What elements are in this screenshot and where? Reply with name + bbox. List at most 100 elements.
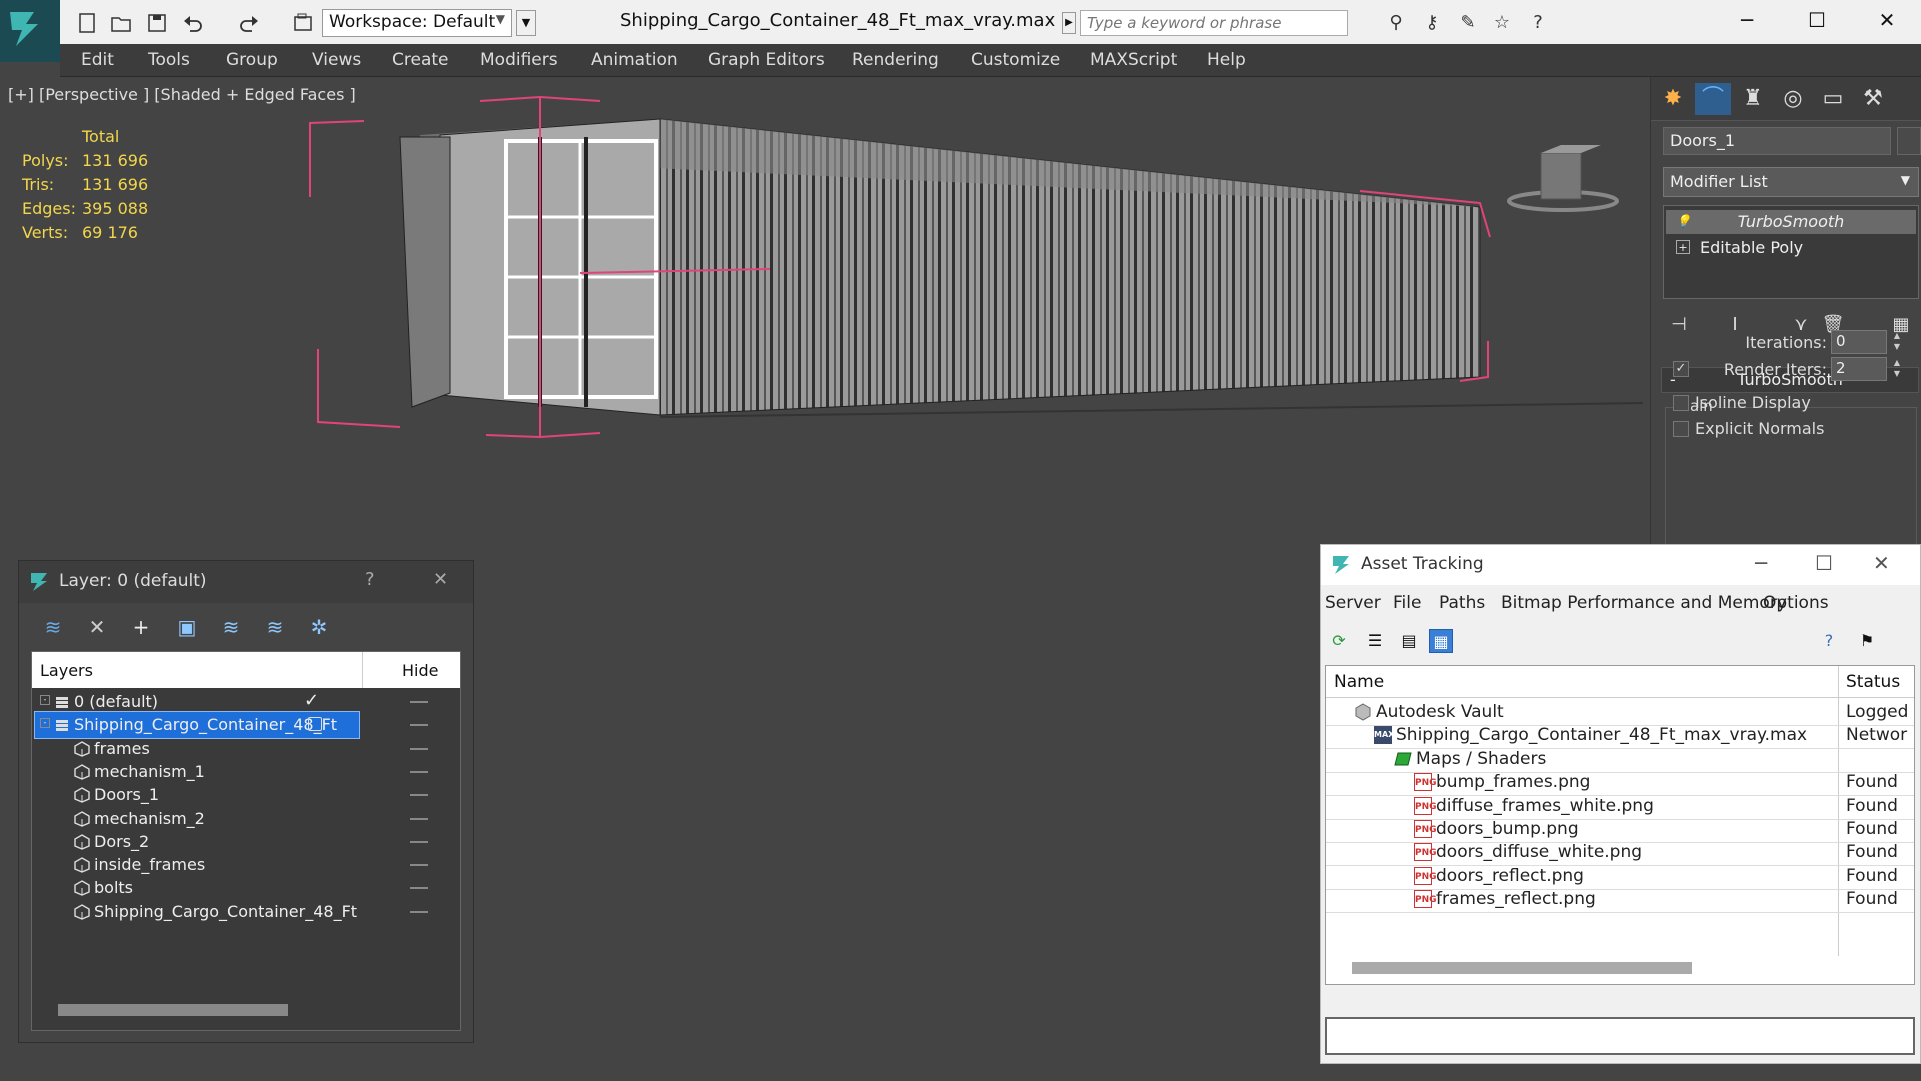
layer-settings-icon[interactable]: ✲ bbox=[305, 613, 333, 641]
isoline-display-checkbox[interactable] bbox=[1673, 395, 1689, 411]
menu-rendering[interactable]: Rendering bbox=[852, 50, 939, 70]
menu-customize[interactable]: Customize bbox=[971, 50, 1060, 70]
menu-views[interactable]: Views bbox=[312, 50, 361, 70]
horizontal-scrollbar[interactable] bbox=[1352, 962, 1692, 974]
asset-menu-bitmap-performance[interactable]: Bitmap Performance and Memory bbox=[1501, 593, 1787, 613]
close-button[interactable]: ✕ bbox=[1873, 551, 1890, 575]
column-status[interactable]: Status bbox=[1846, 672, 1900, 692]
menu-modifiers[interactable]: Modifiers bbox=[480, 50, 558, 70]
minimize-button[interactable]: ─ bbox=[1755, 551, 1767, 575]
help-icon[interactable]: ? bbox=[1526, 12, 1550, 34]
menu-create[interactable]: Create bbox=[392, 50, 449, 70]
collapse-icon[interactable]: - bbox=[40, 695, 50, 705]
active-layer-check-icon[interactable]: ✓ bbox=[304, 690, 319, 711]
container-model[interactable] bbox=[0, 77, 1643, 557]
menu-tools[interactable]: Tools bbox=[148, 50, 190, 70]
new-file-icon[interactable] bbox=[76, 12, 98, 34]
asset-menu-paths[interactable]: Paths bbox=[1439, 593, 1485, 613]
asset-dialog-title-bar[interactable]: Asset Tracking ─ ☐ ✕ bbox=[1321, 545, 1920, 585]
hide-toggle[interactable] bbox=[410, 910, 428, 913]
hide-toggle[interactable] bbox=[410, 864, 428, 867]
viewcube-icon[interactable] bbox=[1505, 137, 1621, 217]
select-layer-icon[interactable]: ≋ bbox=[217, 613, 245, 641]
menu-group[interactable]: Group bbox=[226, 50, 278, 70]
new-layer-icon[interactable]: ≋ bbox=[39, 613, 67, 641]
layer-row[interactable]: Shipping_Cargo_Container_48_Ft bbox=[32, 898, 460, 926]
lightbulb-icon[interactable]: 💡 bbox=[1676, 214, 1691, 228]
hide-toggle[interactable] bbox=[410, 840, 428, 843]
stack-item-editable-poly[interactable]: + Editable Poly bbox=[1666, 236, 1916, 260]
layer-dialog-title-bar[interactable]: Layer: 0 (default) ? ✕ bbox=[19, 561, 473, 603]
column-layers[interactable]: Layers bbox=[40, 661, 93, 680]
render-iters-checkbox[interactable]: ✓ bbox=[1673, 361, 1689, 377]
hide-toggle[interactable] bbox=[410, 794, 428, 797]
table-view-icon[interactable]: ▦ bbox=[1429, 629, 1453, 653]
app-menu-button[interactable] bbox=[0, 0, 60, 62]
help-icon[interactable]: ? bbox=[1817, 629, 1841, 653]
select-objects-icon[interactable]: ▣ bbox=[173, 613, 201, 641]
collapse-icon[interactable]: - bbox=[40, 718, 50, 729]
hide-toggle[interactable] bbox=[410, 701, 428, 703]
asset-row[interactable]: PNG frames_reflect.png Found bbox=[1326, 885, 1914, 914]
close-icon[interactable]: ✕ bbox=[433, 569, 448, 590]
menu-animation[interactable]: Animation bbox=[591, 50, 678, 70]
favorites-star-icon[interactable]: ☆ bbox=[1490, 12, 1514, 34]
context-help-icon[interactable]: ⚑ bbox=[1855, 629, 1879, 653]
iterations-spinner-icon[interactable]: ▲ ▼ bbox=[1891, 330, 1903, 354]
render-iters-field[interactable]: 2 bbox=[1831, 357, 1887, 381]
maximize-button[interactable]: ☐ bbox=[1782, 0, 1852, 40]
expand-plus-icon[interactable]: + bbox=[1676, 240, 1690, 254]
modifier-list-dropdown[interactable]: Modifier List ▼ bbox=[1663, 167, 1919, 197]
current-layer-icon[interactable]: ≋ bbox=[261, 613, 289, 641]
create-tab-icon[interactable]: ✸ bbox=[1655, 83, 1691, 115]
project-folder-icon[interactable] bbox=[292, 12, 314, 34]
menu-graph-editors[interactable]: Graph Editors bbox=[708, 50, 825, 70]
explicit-normals-checkbox[interactable] bbox=[1673, 421, 1689, 437]
workspace-menu-icon[interactable]: ▼ bbox=[516, 10, 536, 36]
binoculars-icon[interactable]: ⚲ bbox=[1384, 12, 1408, 34]
minimize-button[interactable]: ─ bbox=[1712, 0, 1782, 40]
hide-toggle[interactable] bbox=[410, 817, 428, 820]
search-input[interactable] bbox=[1080, 10, 1348, 36]
asset-menu-options[interactable]: Options bbox=[1763, 593, 1829, 613]
hide-toggle[interactable] bbox=[410, 887, 428, 890]
render-iters-spinner-icon[interactable]: ▲ ▼ bbox=[1891, 357, 1903, 381]
asset-menu-server[interactable]: Server bbox=[1325, 593, 1381, 613]
menu-edit[interactable]: Edit bbox=[81, 50, 114, 70]
iterations-field[interactable]: 0 bbox=[1831, 330, 1887, 354]
object-name-field[interactable]: Doors_1 bbox=[1663, 127, 1891, 155]
display-tab-icon[interactable]: ▭ bbox=[1815, 83, 1851, 115]
key-icon[interactable]: ⚷ bbox=[1420, 12, 1444, 34]
utilities-tab-icon[interactable]: ⚒ bbox=[1855, 83, 1891, 115]
set-active-layer-icon[interactable] bbox=[308, 717, 322, 732]
delete-layer-icon[interactable]: ✕ bbox=[83, 613, 111, 641]
pin-stack-icon[interactable]: ⊣ bbox=[1665, 311, 1693, 339]
open-folder-icon[interactable] bbox=[110, 12, 132, 34]
horizontal-scrollbar[interactable] bbox=[58, 1004, 288, 1016]
redo-icon[interactable] bbox=[238, 12, 260, 34]
hierarchy-tab-icon[interactable]: ♜ bbox=[1735, 83, 1771, 115]
add-to-layer-icon[interactable]: + bbox=[127, 613, 155, 641]
stack-item-turbosmooth[interactable]: 💡 TurboSmooth bbox=[1666, 210, 1916, 234]
asset-path-field[interactable] bbox=[1325, 1017, 1915, 1055]
object-color-swatch[interactable] bbox=[1897, 127, 1921, 155]
hide-toggle[interactable] bbox=[410, 747, 428, 750]
modify-tab-icon[interactable]: ⌒ bbox=[1695, 83, 1731, 115]
signin-icon[interactable]: ✎ bbox=[1456, 12, 1480, 34]
save-icon[interactable] bbox=[146, 12, 168, 34]
list-view-icon[interactable]: ☰ bbox=[1363, 629, 1387, 653]
motion-tab-icon[interactable]: ◎ bbox=[1775, 83, 1811, 115]
close-button[interactable]: ✕ bbox=[1852, 0, 1921, 40]
undo-icon[interactable] bbox=[182, 12, 204, 34]
menu-maxscript[interactable]: MAXScript bbox=[1090, 50, 1177, 70]
menu-help[interactable]: Help bbox=[1207, 50, 1246, 70]
hide-toggle[interactable] bbox=[410, 724, 428, 727]
column-name[interactable]: Name bbox=[1334, 672, 1384, 692]
column-hide[interactable]: Hide bbox=[402, 661, 438, 680]
asset-menu-file[interactable]: File bbox=[1393, 593, 1421, 613]
search-expand-icon[interactable]: ▶ bbox=[1062, 12, 1076, 34]
help-button[interactable]: ? bbox=[365, 569, 375, 590]
refresh-icon[interactable]: ⟳ bbox=[1327, 629, 1351, 653]
hide-toggle[interactable] bbox=[410, 770, 428, 773]
maximize-button[interactable]: ☐ bbox=[1815, 551, 1833, 575]
